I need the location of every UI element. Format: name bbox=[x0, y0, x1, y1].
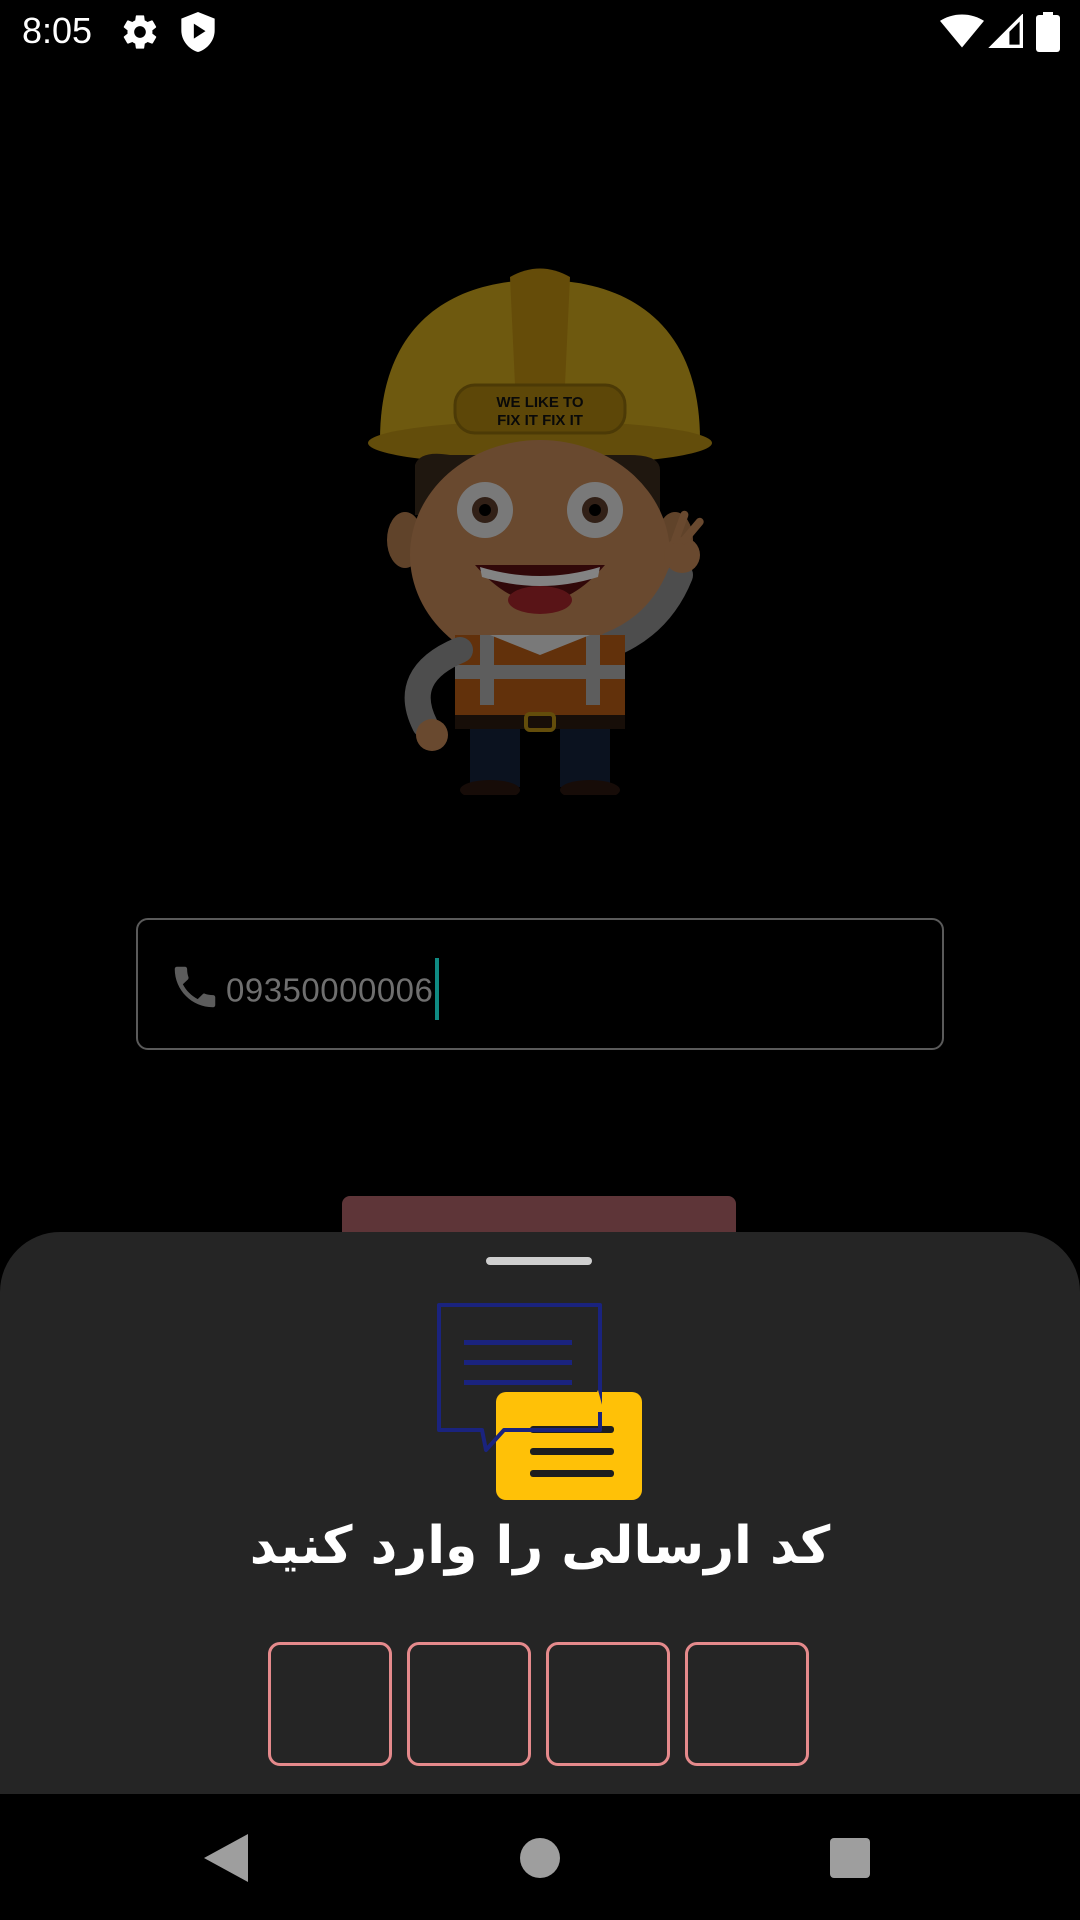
otp-digit-1[interactable] bbox=[268, 1642, 392, 1766]
phone-icon bbox=[174, 966, 216, 1008]
battery-icon bbox=[1036, 12, 1060, 52]
sms-chat-icon bbox=[437, 1303, 642, 1500]
recents-icon[interactable] bbox=[830, 1838, 870, 1878]
helmet-text-2: FIX IT FIX IT bbox=[497, 412, 583, 429]
text-caret bbox=[435, 958, 440, 1020]
otp-digit-3[interactable] bbox=[546, 1642, 670, 1766]
helmet-text-1: WE LIKE TO bbox=[496, 394, 584, 411]
phone-input-value: 09350000006 bbox=[226, 971, 434, 1009]
gear-icon bbox=[123, 15, 157, 49]
worker-mascot-image: WE LIKE TO FIX IT FIX IT bbox=[368, 268, 712, 795]
wifi-icon bbox=[940, 14, 984, 48]
sheet-title: کد ارسالی را وارد کنید bbox=[249, 1516, 831, 1576]
phone-input[interactable]: 09350000006 bbox=[226, 958, 440, 1024]
otp-digit-4[interactable] bbox=[685, 1642, 809, 1766]
otp-input-row bbox=[268, 1642, 812, 1768]
shield-icon bbox=[181, 12, 215, 52]
status-bar: 8:05 bbox=[0, 0, 1080, 64]
back-icon[interactable] bbox=[204, 1834, 248, 1882]
home-icon[interactable] bbox=[520, 1838, 560, 1878]
signal-icon bbox=[988, 14, 1023, 48]
status-time: 8:05 bbox=[22, 10, 93, 51]
otp-digit-2[interactable] bbox=[407, 1642, 531, 1766]
phone-input-field[interactable]: 09350000006 bbox=[136, 918, 944, 1050]
navigation-bar bbox=[0, 1794, 1080, 1920]
otp-bottom-sheet: کد ارسالی را وارد کنید bbox=[0, 1232, 1080, 1794]
sheet-drag-handle[interactable] bbox=[486, 1257, 592, 1265]
